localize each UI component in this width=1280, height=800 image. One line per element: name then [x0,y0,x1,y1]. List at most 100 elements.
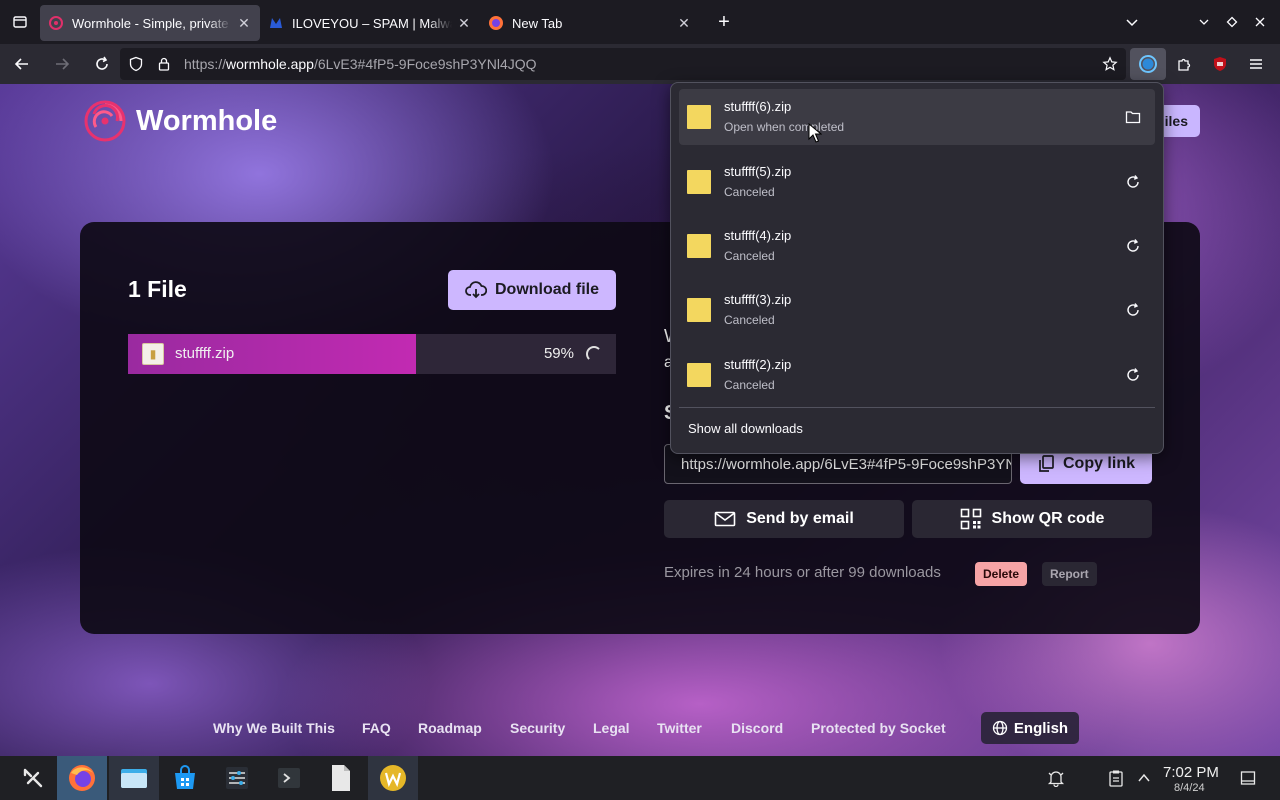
forward-arrow-icon[interactable] [44,48,80,80]
firefox-favicon-icon [488,15,504,31]
download-file-button[interactable]: Download file [448,270,616,310]
shield-icon[interactable] [124,48,148,80]
new-tab-plus-icon[interactable]: + [708,6,740,38]
zip-file-icon [687,363,711,387]
file-row: ▮ stuffff.zip 59% [128,334,616,374]
bookmark-star-icon[interactable] [1102,48,1118,80]
app-launcher-icon[interactable] [8,756,58,800]
show-qr-code-button[interactable]: Show QR code [912,500,1152,538]
minimize-chevron-icon[interactable] [1190,0,1218,44]
footer-link-discord[interactable]: Discord [731,720,783,736]
retry-icon[interactable] [1123,172,1143,192]
download-item[interactable]: stuffff(2).zip Canceled [679,347,1155,403]
folder-icon[interactable] [1123,107,1143,127]
notifications-bell-icon[interactable] [1044,756,1068,800]
file-progress-bar [128,334,416,374]
footer-link-legal[interactable]: Legal [593,720,630,736]
progress-percent: 59% [543,345,574,362]
file-manager-icon[interactable] [109,756,159,800]
wormhole-logo[interactable]: Wormhole [84,100,277,142]
firefox-view-icon[interactable] [0,0,40,44]
download-item[interactable]: stuffff(3).zip Canceled [679,282,1155,338]
list-all-tabs-chevron-icon[interactable] [1114,0,1150,44]
footer: Why We Built This FAQ Roadmap Security L… [0,712,1280,744]
download-file-label: Download file [495,281,599,298]
zip-file-icon: ▮ [142,343,164,365]
wormhole-logo-icon [84,100,126,142]
tab-bar: Wormhole - Simple, private file sharing … [0,0,1280,44]
qr-code-icon [960,508,981,530]
firefox-taskbar-icon[interactable] [57,756,107,800]
tab-malwarebytes[interactable]: ILOVEYOU – SPAM | Malwarebytes ✕ [260,5,480,41]
tray-expand-chevron-icon[interactable] [1132,756,1156,800]
window-close-icon[interactable] [1246,0,1274,44]
footer-link-faq[interactable]: FAQ [362,720,391,736]
tab-title: ILOVEYOU – SPAM | Malwarebytes [292,15,452,31]
reload-icon[interactable] [84,48,120,80]
wormhole-app-icon[interactable] [368,756,418,800]
mouse-pointer-icon [808,123,822,143]
software-store-icon[interactable] [160,756,210,800]
tab-wormhole[interactable]: Wormhole - Simple, private file sharing … [40,5,260,41]
extensions-puzzle-icon[interactable] [1166,48,1202,80]
footer-link-protected-by-socket[interactable]: Protected by Socket [811,720,946,736]
download-status: Canceled [724,249,775,263]
send-by-email-button[interactable]: Send by email [664,500,904,538]
footer-link-why-we-built-this[interactable]: Why We Built This [213,720,335,736]
report-button[interactable]: Report [1042,562,1097,586]
retry-icon[interactable] [1123,236,1143,256]
toolbar-right [1130,44,1280,84]
zip-file-icon [687,234,711,258]
download-item[interactable]: stuffff(6).zip Open when completed [679,89,1155,145]
clock-date[interactable]: 8/4/24 [1174,782,1205,794]
show-all-downloads-button[interactable]: Show all downloads [688,421,803,436]
back-arrow-icon[interactable] [4,48,40,80]
taskbar: 7:02 PM 8/4/24 [0,756,1280,800]
footer-link-twitter[interactable]: Twitter [657,720,702,736]
download-status: Canceled [724,378,775,392]
file-name: stuffff.zip [175,345,235,362]
ublock-origin-icon[interactable] [1202,48,1238,80]
download-name: stuffff(3).zip [724,292,792,307]
close-icon[interactable]: ✕ [236,15,252,31]
download-item[interactable]: stuffff(4).zip Canceled [679,218,1155,274]
clock-time[interactable]: 7:02 PM [1163,764,1219,781]
clipboard-icon[interactable] [1104,756,1128,800]
text-editor-icon[interactable] [316,756,366,800]
url-path: /6LvE3#4fP5-9Foce9shP3YNl4JQQ [313,56,537,72]
tab-title: Wormhole - Simple, private file sharing [72,15,232,31]
delete-button[interactable]: Delete [975,562,1028,586]
close-icon[interactable]: ✕ [676,15,692,31]
panel-divider [679,407,1155,408]
language-button[interactable]: English [981,712,1079,744]
zip-file-icon [687,170,711,194]
download-status: Open when completed [724,120,845,134]
download-item[interactable]: stuffff(5).zip Canceled [679,154,1155,210]
show-desktop-icon[interactable] [1236,756,1260,800]
url-text: https://wormhole.app/6LvE3#4fP5-9Foce9sh… [184,56,537,72]
retry-icon[interactable] [1123,300,1143,320]
logo-text: Wormhole [136,104,278,137]
url-bar[interactable]: https://wormhole.app/6LvE3#4fP5-9Foce9sh… [120,48,1126,80]
cloud-download-icon [465,281,487,299]
hamburger-menu-icon[interactable] [1238,48,1274,80]
tab-title: New Tab [512,15,563,31]
download-status: Canceled [724,185,775,199]
terminal-icon[interactable] [264,756,314,800]
tabbar-right [1114,0,1280,44]
system-settings-icon[interactable] [212,756,262,800]
footer-link-security[interactable]: Security [510,720,565,736]
zip-file-icon [687,298,711,322]
close-icon[interactable]: ✕ [456,15,472,31]
lock-icon[interactable] [152,48,176,80]
footer-link-roadmap[interactable]: Roadmap [418,720,482,736]
maximize-diamond-icon[interactable] [1218,0,1246,44]
url-scheme: https:// [184,56,227,72]
download-name: stuffff(5).zip [724,164,792,179]
copy-icon [1039,455,1054,472]
downloads-progress-icon[interactable] [1130,48,1166,80]
tab-new-tab[interactable]: New Tab ✕ [480,5,700,41]
globe-icon [992,720,1008,736]
retry-icon[interactable] [1123,365,1143,385]
malwarebytes-favicon-icon [268,15,284,31]
